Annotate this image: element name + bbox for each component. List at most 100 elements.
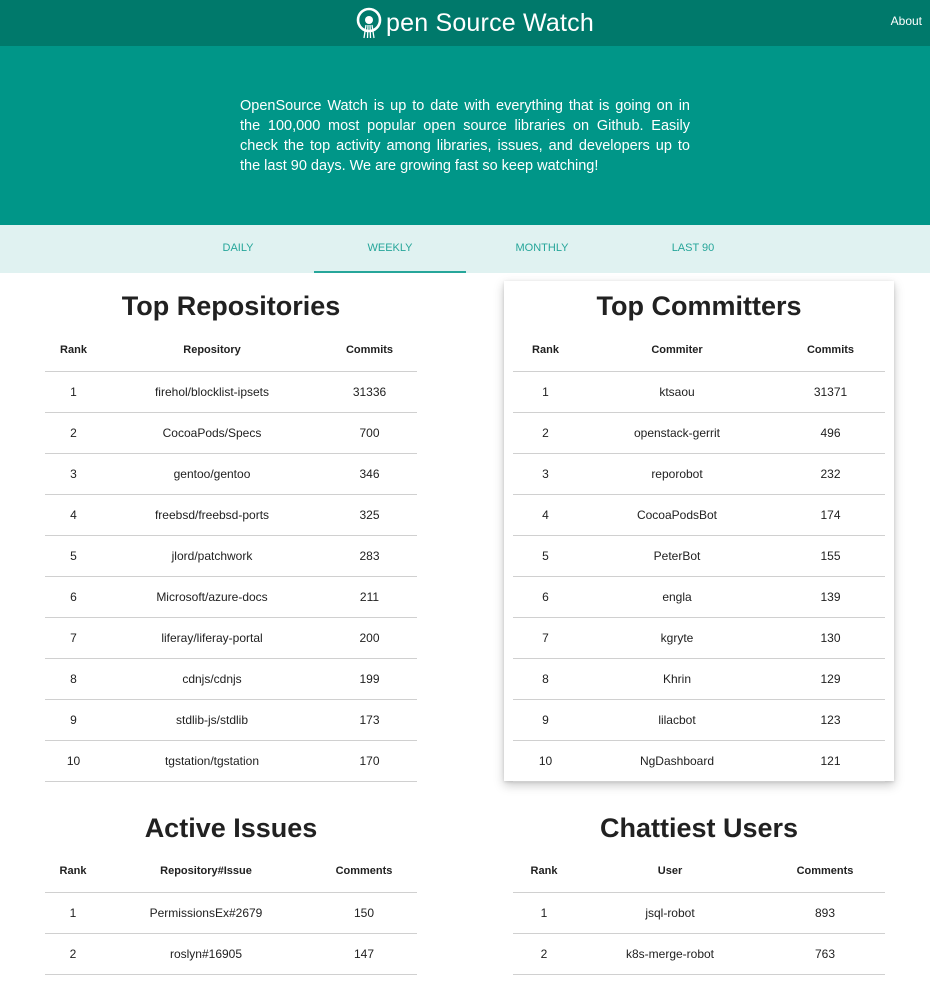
- commits-cell: 496: [776, 412, 885, 454]
- table-row: 7 liferay/liferay-portal 200: [45, 617, 417, 659]
- eye-logo-icon: [356, 7, 382, 39]
- rank-cell: 8: [513, 658, 578, 700]
- commits-cell: 199: [322, 658, 417, 700]
- rank-cell: 4: [513, 494, 578, 536]
- table-row: 1 firehol/blocklist-ipsets 31336: [45, 371, 417, 413]
- table-header-row: Rank Repository#Issue Comments: [45, 851, 417, 893]
- commiter-cell[interactable]: reporobot: [578, 453, 776, 495]
- card-title: Chattiest Users: [599, 813, 799, 843]
- rank-cell: 5: [513, 535, 578, 577]
- rank-cell: 1: [513, 371, 578, 413]
- commiter-cell[interactable]: CocoaPodsBot: [578, 494, 776, 536]
- commiter-cell[interactable]: openstack-gerrit: [578, 412, 776, 454]
- commits-cell: 170: [322, 740, 417, 782]
- rank-cell: 3: [45, 453, 102, 495]
- column-header-commits: Commits: [776, 330, 885, 372]
- commits-cell: 155: [776, 535, 885, 577]
- top-repositories-table: Rank Repository Commits 1 firehol/blockli…: [45, 330, 417, 782]
- table-header-row: Rank User Comments: [513, 851, 885, 893]
- repository-cell[interactable]: stdlib-js/stdlib: [102, 699, 322, 741]
- table-row: 5 PeterBot 155: [513, 535, 885, 577]
- commiter-cell[interactable]: Khrin: [578, 658, 776, 700]
- rank-cell: 9: [513, 699, 578, 741]
- rank-cell: 2: [513, 412, 578, 454]
- table-row: 2 roslyn#16905 147: [45, 933, 417, 975]
- table-row: 10 tgstation/tgstation 170: [45, 740, 417, 782]
- column-header-commits: Commits: [322, 330, 417, 372]
- column-header-rank: Rank: [45, 330, 102, 372]
- rank-cell: 5: [45, 535, 102, 577]
- table-row: 7 kgryte 130: [513, 617, 885, 659]
- rank-cell: 1: [513, 892, 575, 934]
- rank-cell: 10: [513, 740, 578, 782]
- table-header-row: Rank Commiter Commits: [513, 330, 885, 372]
- rank-cell: 10: [45, 740, 102, 782]
- rank-cell: 7: [513, 617, 578, 659]
- commits-cell: 174: [776, 494, 885, 536]
- column-header-commiter: Commiter: [578, 330, 776, 372]
- table-row: 1 ktsaou 31371: [513, 371, 885, 413]
- rank-cell: 6: [45, 576, 102, 618]
- card-title: Active Issues: [144, 813, 318, 843]
- tab-last-90[interactable]: LAST 90: [617, 225, 769, 273]
- rank-cell: 1: [45, 371, 102, 413]
- tab-daily[interactable]: DAILY: [162, 225, 314, 273]
- card-title: Top Committers: [596, 291, 802, 321]
- commits-cell: 31371: [776, 371, 885, 413]
- commits-cell: 200: [322, 617, 417, 659]
- brand-logo[interactable]: pen Source Watch: [354, 7, 594, 39]
- rank-cell: 3: [513, 453, 578, 495]
- commiter-cell[interactable]: kgryte: [578, 617, 776, 659]
- repository-cell[interactable]: firehol/blocklist-ipsets: [102, 371, 322, 413]
- rank-cell: 7: [45, 617, 102, 659]
- repository-cell[interactable]: cdnjs/cdnjs: [102, 658, 322, 700]
- column-header-repository: Repository: [102, 330, 322, 372]
- card-title: Top Repositories: [121, 291, 341, 321]
- column-header-repository-issue: Repository#Issue: [101, 851, 311, 893]
- commiter-cell[interactable]: ktsaou: [578, 371, 776, 413]
- about-link[interactable]: About: [891, 14, 922, 28]
- repository-cell[interactable]: Microsoft/azure-docs: [102, 576, 322, 618]
- issue-cell[interactable]: PermissionsEx#2679: [101, 892, 311, 934]
- tab-weekly[interactable]: WEEKLY: [314, 225, 466, 273]
- issue-cell[interactable]: roslyn#16905: [101, 933, 311, 975]
- table-row: 2 openstack-gerrit 496: [513, 412, 885, 454]
- top-committers-card: Top Committers Rank Commiter Commits 1 kt…: [504, 281, 894, 782]
- repository-cell[interactable]: CocoaPods/Specs: [102, 412, 322, 454]
- commits-cell: 139: [776, 576, 885, 618]
- repository-cell[interactable]: freebsd/freebsd-ports: [102, 494, 322, 536]
- user-cell[interactable]: jsql-robot: [575, 892, 765, 934]
- commits-cell: 700: [322, 412, 417, 454]
- table-row: 3 gentoo/gentoo 346: [45, 453, 417, 495]
- repository-cell[interactable]: liferay/liferay-portal: [102, 617, 322, 659]
- user-cell[interactable]: k8s-merge-robot: [575, 933, 765, 975]
- column-header-comments: Comments: [311, 851, 417, 893]
- table-row: 5 jlord/patchwork 283: [45, 535, 417, 577]
- top-committers-table: Rank Commiter Commits 1 ktsaou 31371 2 open…: [513, 330, 885, 782]
- table-row: 6 engla 139: [513, 576, 885, 618]
- commits-cell: 232: [776, 453, 885, 495]
- table-row: 9 stdlib-js/stdlib 173: [45, 699, 417, 741]
- commiter-cell[interactable]: engla: [578, 576, 776, 618]
- active-issues-table: Rank Repository#Issue Comments 1 Permissi…: [45, 851, 417, 975]
- table-row: 1 PermissionsEx#2679 150: [45, 892, 417, 934]
- comments-cell: 763: [765, 933, 885, 975]
- column-header-rank: Rank: [45, 851, 101, 893]
- commiter-cell[interactable]: lilacbot: [578, 699, 776, 741]
- rank-cell: 6: [513, 576, 578, 618]
- column-header-user: User: [575, 851, 765, 893]
- chattiest-users-card: Chattiest Users Rank User Comments 1 jsql…: [504, 803, 894, 990]
- tab-monthly[interactable]: MONTHLY: [466, 225, 618, 273]
- table-row: 9 lilacbot 123: [513, 699, 885, 741]
- commiter-cell[interactable]: NgDashboard: [578, 740, 776, 782]
- rank-cell: 8: [45, 658, 102, 700]
- repository-cell[interactable]: tgstation/tgstation: [102, 740, 322, 782]
- table-row: 2 k8s-merge-robot 763: [513, 933, 885, 975]
- column-header-comments: Comments: [765, 851, 885, 893]
- table-row: 3 reporobot 232: [513, 453, 885, 495]
- repository-cell[interactable]: gentoo/gentoo: [102, 453, 322, 495]
- repository-cell[interactable]: jlord/patchwork: [102, 535, 322, 577]
- commits-cell: 31336: [322, 371, 417, 413]
- commiter-cell[interactable]: PeterBot: [578, 535, 776, 577]
- commits-cell: 173: [322, 699, 417, 741]
